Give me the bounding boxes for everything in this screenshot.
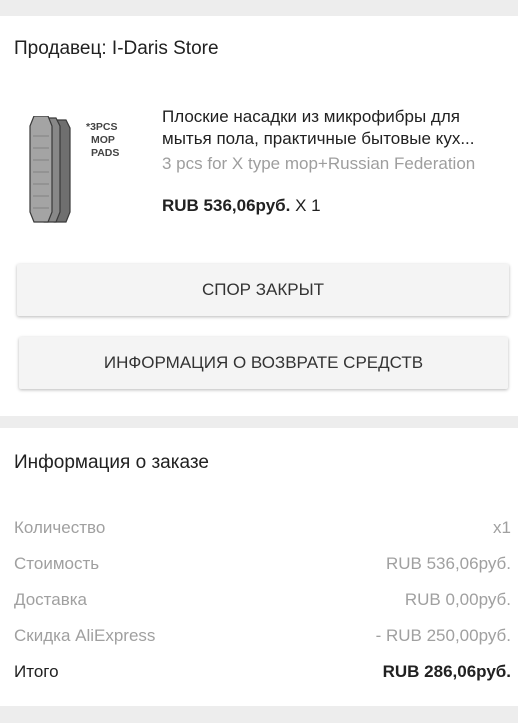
product-quantity: X 1 (295, 196, 321, 215)
order-info-title: Информация о заказе (14, 452, 209, 473)
product-price: RUB 536,06руб. (162, 196, 291, 215)
row-label: Скидка AliExpress (14, 626, 156, 645)
row-value: RUB 0,00руб. (404, 590, 511, 609)
product-title[interactable]: Плоские насадки из микрофибры для мытья … (162, 106, 508, 150)
row-value: - RUB 250,00руб. (375, 626, 511, 645)
seller-card: Продавец: I-Daris Store *3PCS MOP PADS П… (0, 16, 518, 416)
seller-name[interactable]: Продавец: I-Daris Store (14, 38, 219, 60)
order-row-shipping: Доставка RUB 0,00руб. (14, 590, 511, 614)
image-text-line: MOP (91, 134, 115, 146)
refund-info-button[interactable]: Информация о возврате средств (19, 337, 508, 389)
dispute-closed-button[interactable]: Спор закрыт (17, 264, 509, 316)
row-value: RUB 536,06руб. (385, 554, 511, 573)
image-text-line: PADS (91, 147, 119, 159)
mop-pads-image: *3PCS MOP PADS (29, 115, 119, 223)
product-title-line[interactable]: Плоские насадки из микрофибры для (162, 106, 508, 128)
order-info-card: Информация о заказе Количество x1 Стоимо… (0, 428, 518, 706)
order-row-quantity: Количество x1 (14, 518, 511, 542)
row-label: Итого (14, 662, 59, 681)
product-image[interactable]: *3PCS MOP PADS (24, 115, 140, 224)
order-row-total: Итого RUB 286,06руб. (14, 662, 511, 686)
row-value: x1 (493, 518, 511, 537)
row-label: Доставка (14, 590, 88, 609)
order-row-discount: Скидка AliExpress - RUB 250,00руб. (14, 626, 511, 650)
product-price-row: RUB 536,06руб. X 1 (162, 196, 321, 216)
order-row-cost: Стоимость RUB 536,06руб. (14, 554, 511, 578)
product-variant: 3 pcs for X type mop+Russian Federation (162, 154, 476, 173)
row-value: RUB 286,06руб. (382, 662, 511, 681)
image-text-line: *3PCS (86, 121, 118, 133)
product-title-line[interactable]: мытья пола, практичные бытовые кух... (162, 128, 508, 150)
row-label: Количество (14, 518, 106, 537)
row-label: Стоимость (14, 554, 100, 573)
